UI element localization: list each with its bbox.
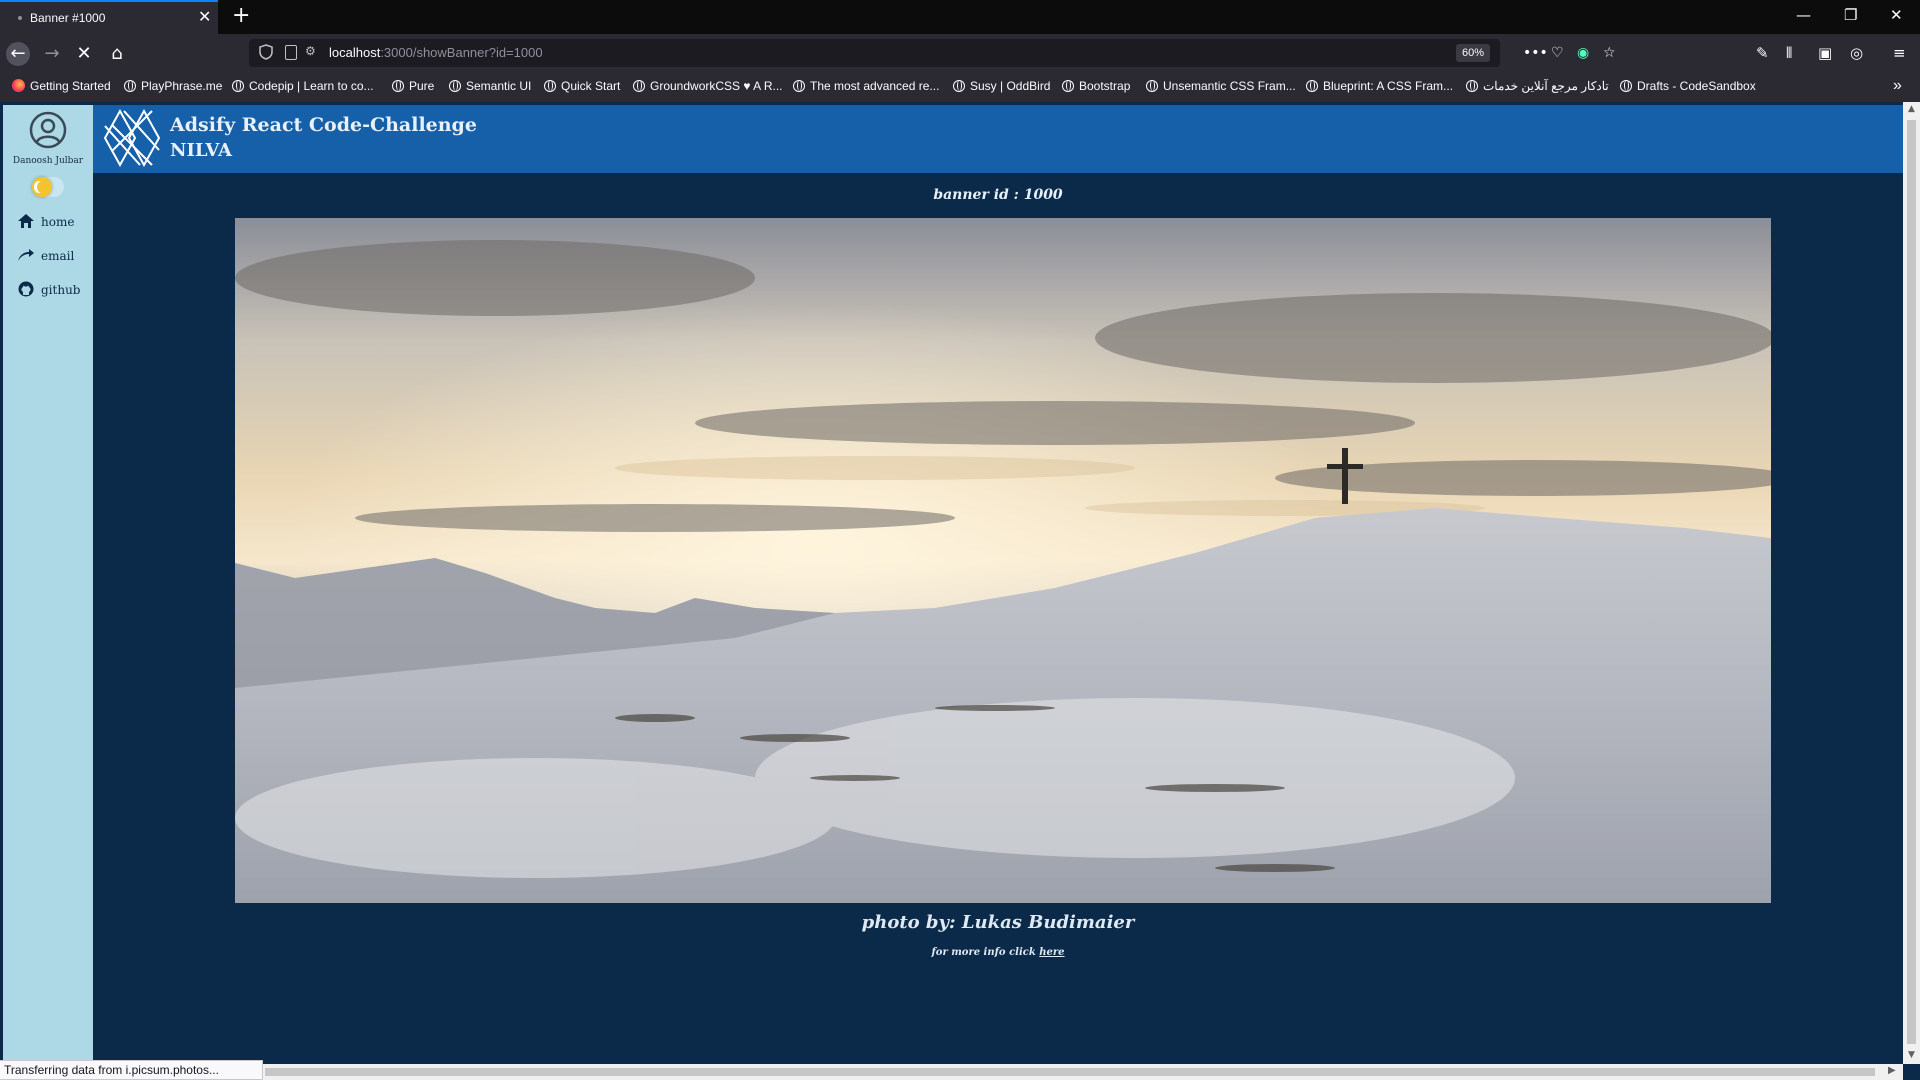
- minimize-icon[interactable]: —: [1796, 6, 1811, 24]
- scrollbar-thumb[interactable]: [1907, 120, 1916, 1044]
- tab-banner[interactable]: Banner #1000 ✕: [0, 0, 218, 34]
- bookmark-item[interactable]: تادکار مرجع آنلاین خدمات: [1466, 79, 1609, 93]
- globe-icon: [544, 80, 556, 92]
- globe-icon: [1306, 80, 1318, 92]
- chevron-right-icon[interactable]: »: [1893, 77, 1902, 95]
- theme-toggle[interactable]: [32, 177, 64, 197]
- extension-icon[interactable]: ◉: [1577, 43, 1589, 63]
- status-bar: Transferring data from i.picsum.photos..…: [0, 1060, 263, 1080]
- scroll-up-icon[interactable]: ▲: [1903, 104, 1920, 114]
- pocket-icon[interactable]: ♡: [1551, 43, 1564, 63]
- sidebar-item-label: home: [41, 215, 75, 229]
- bookmarks-toolbar: Getting Started PlayPhrase.me Codepip | …: [0, 72, 1920, 102]
- bookmark-item[interactable]: Semantic UI: [449, 79, 531, 93]
- globe-icon: [953, 80, 965, 92]
- more-info-text: for more info click here: [931, 947, 1065, 958]
- tab-strip: Banner #1000 ✕ + — ❐ ✕: [0, 0, 1920, 34]
- permissions-icon[interactable]: ⚙: [305, 44, 316, 58]
- stop-button[interactable]: ✕: [72, 42, 96, 66]
- bookmark-item[interactable]: The most advanced re...: [793, 79, 939, 93]
- sidebar-item-github[interactable]: github: [17, 281, 80, 297]
- shield-icon[interactable]: [259, 44, 273, 60]
- globe-icon: [1146, 80, 1158, 92]
- globe-icon: [1062, 80, 1074, 92]
- forward-button[interactable]: →: [40, 42, 64, 66]
- more-info-link[interactable]: here: [1039, 947, 1064, 958]
- account-icon[interactable]: ◎: [1850, 43, 1863, 63]
- username: Danoosh Julbar: [12, 156, 84, 166]
- sidebar-item-email[interactable]: email: [17, 247, 74, 263]
- tools-icon[interactable]: ✎: [1756, 43, 1769, 63]
- sidebar-item-label: github: [41, 283, 81, 297]
- home-button[interactable]: ⌂: [105, 42, 129, 66]
- app-subtitle: NILVA: [170, 140, 232, 161]
- back-button[interactable]: ←: [6, 42, 30, 66]
- tab-loading-icon: [18, 16, 22, 20]
- vertical-scrollbar[interactable]: ▲ ▼: [1903, 102, 1920, 1064]
- globe-icon: [633, 80, 645, 92]
- firefox-icon: [12, 79, 25, 92]
- app-sidebar: Danoosh Julbar home email github: [3, 105, 93, 1068]
- globe-icon: [1620, 80, 1632, 92]
- globe-icon: [124, 80, 136, 92]
- bookmark-item[interactable]: Blueprint: A CSS Fram...: [1306, 79, 1453, 93]
- restore-icon[interactable]: ❐: [1844, 6, 1857, 24]
- tab-close-icon[interactable]: ✕: [198, 9, 211, 25]
- globe-icon: [392, 80, 404, 92]
- bookmark-item[interactable]: Pure: [392, 79, 434, 93]
- globe-icon: [793, 80, 805, 92]
- scroll-down-icon[interactable]: ▼: [1903, 1050, 1920, 1060]
- zoom-level[interactable]: 60%: [1456, 44, 1491, 62]
- sidebar-item-home[interactable]: home: [17, 213, 74, 229]
- moon-icon: [32, 177, 52, 197]
- bookmark-item[interactable]: Drafts - CodeSandbox: [1620, 79, 1756, 93]
- banner-photo: [235, 218, 1771, 903]
- banner-view: banner id : 1000 photo by: Lukas Budimai…: [93, 173, 1903, 1063]
- github-icon: [18, 281, 34, 297]
- url-text[interactable]: localhost:3000/showBanner?id=1000: [329, 45, 543, 60]
- new-tab-button[interactable]: +: [232, 4, 250, 28]
- window-close-icon[interactable]: ✕: [1890, 6, 1903, 24]
- scroll-right-icon[interactable]: ▶: [1888, 1065, 1896, 1076]
- app-title: Adsify React Code-Challenge: [170, 114, 477, 136]
- page-info-icon[interactable]: [285, 45, 297, 60]
- globe-icon: [232, 80, 244, 92]
- bookmark-item[interactable]: Bootstrap: [1062, 79, 1130, 93]
- bookmark-item[interactable]: GroundworkCSS ♥ A R...: [633, 79, 783, 93]
- nav-toolbar: ← → ✕ ⌂ ⚙ localhost:3000/showBanner?id=1…: [0, 34, 1920, 72]
- globe-icon: [449, 80, 461, 92]
- menu-icon[interactable]: ≡: [1893, 43, 1906, 63]
- bookmark-item[interactable]: Unsemantic CSS Fram...: [1146, 79, 1296, 93]
- nilva-logo-icon[interactable]: [103, 108, 161, 168]
- more-actions-icon[interactable]: •••: [1523, 43, 1548, 63]
- bookmark-item[interactable]: PlayPhrase.me: [124, 79, 222, 93]
- globe-icon: [1466, 80, 1478, 92]
- bookmark-item[interactable]: Codepip | Learn to co...: [232, 79, 374, 93]
- bookmark-item[interactable]: Getting Started: [12, 79, 111, 93]
- horizontal-scrollbar[interactable]: ▶: [0, 1064, 1903, 1080]
- home-icon: [18, 214, 34, 228]
- bookmark-item[interactable]: Quick Start: [544, 79, 620, 93]
- app-header: Adsify React Code-Challenge NILVA: [93, 105, 1903, 173]
- bookmark-star-icon[interactable]: ☆: [1603, 43, 1616, 63]
- url-bar[interactable]: ⚙ localhost:3000/showBanner?id=1000 60% …: [249, 39, 1616, 67]
- tab-title: Banner #1000: [30, 11, 106, 25]
- banner-id-label: banner id : 1000: [933, 187, 1063, 203]
- sidebar-toggle-icon[interactable]: ▣: [1818, 43, 1832, 63]
- bookmark-item[interactable]: Susy | OddBird: [953, 79, 1050, 93]
- scrollbar-thumb[interactable]: [265, 1068, 1875, 1076]
- photo-credit: photo by: Lukas Budimaier: [861, 912, 1135, 933]
- library-icon[interactable]: ⫴: [1786, 43, 1792, 63]
- send-icon: [18, 249, 34, 261]
- sidebar-item-label: email: [41, 249, 75, 263]
- user-avatar-icon[interactable]: [29, 111, 67, 149]
